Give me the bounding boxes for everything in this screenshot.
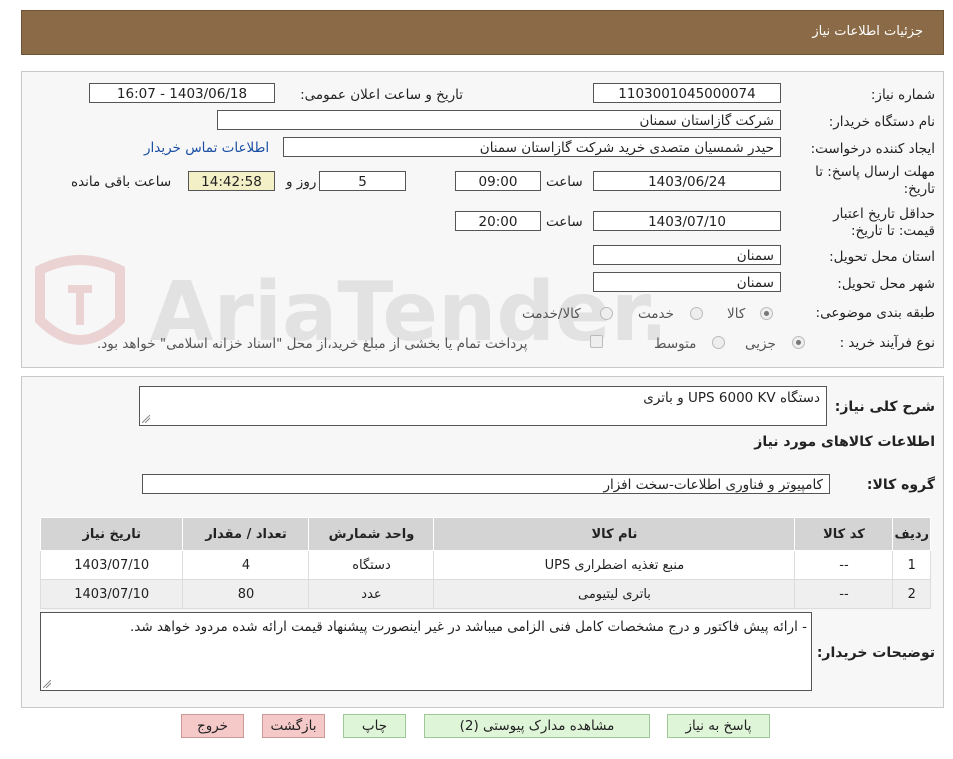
row-index: 1 bbox=[892, 550, 931, 580]
item-unit: دستگاه bbox=[308, 550, 435, 580]
need-number-label: شماره نیاز: bbox=[870, 87, 935, 103]
process-minor-label: جزیی bbox=[745, 336, 776, 352]
print-button[interactable]: چاپ bbox=[343, 714, 406, 738]
days-label: روز و bbox=[286, 174, 317, 190]
category-goods-radio[interactable] bbox=[760, 307, 773, 320]
col-unit-header: واحد شمارش bbox=[308, 517, 435, 551]
deadline-label-2: تاریخ: bbox=[903, 181, 935, 197]
validity-time-field: 20:00 bbox=[455, 211, 541, 231]
province-field: سمنان bbox=[593, 245, 781, 265]
item-quantity: 80 bbox=[182, 579, 310, 609]
buyer-contact-link[interactable]: اطلاعات تماس خریدار bbox=[144, 140, 269, 156]
view-attachments-button[interactable]: مشاهده مدارک پیوستی (2) bbox=[424, 714, 650, 738]
col-row-header: ردیف bbox=[892, 517, 931, 551]
deadline-time-field: 09:00 bbox=[455, 171, 541, 191]
category-goods-service-radio[interactable] bbox=[600, 307, 613, 320]
goods-info-title: اطلاعات کالاهای مورد نیاز bbox=[754, 434, 935, 450]
requester-field: حیدر شمسیان متصدی خرید شرکت گازاستان سمن… bbox=[283, 137, 781, 157]
announce-datetime-field: 1403/06/18 - 16:07 bbox=[89, 83, 275, 103]
category-goods-service-label: کالا/خدمت bbox=[522, 306, 581, 322]
resize-handle-icon[interactable] bbox=[43, 680, 51, 688]
validity-label-2: قیمت: تا تاریخ: bbox=[851, 223, 935, 239]
remaining-time-field: 14:42:58 bbox=[188, 171, 275, 191]
item-code: -- bbox=[794, 579, 894, 609]
days-remaining-field: 5 bbox=[319, 171, 406, 191]
validity-date-field: 1403/07/10 bbox=[593, 211, 781, 231]
item-name: منبع تغذیه اضطراری UPS bbox=[433, 550, 796, 580]
buyer-notes-text: - ارائه پیش فاکتور و درج مشخصات کامل فنی… bbox=[130, 619, 807, 635]
table-row: 1 -- منبع تغذیه اضطراری UPS دستگاه 4 140… bbox=[39, 550, 931, 580]
announce-label: تاریخ و ساعت اعلان عمومی: bbox=[300, 87, 463, 103]
item-quantity: 4 bbox=[182, 550, 310, 580]
city-label: شهر محل تحویل: bbox=[837, 276, 935, 292]
item-unit: عدد bbox=[308, 579, 435, 609]
col-name-header: نام کالا bbox=[433, 517, 796, 551]
reply-button[interactable]: پاسخ به نیاز bbox=[667, 714, 770, 738]
item-code: -- bbox=[794, 550, 894, 580]
remaining-time-label: ساعت باقی مانده bbox=[71, 174, 172, 190]
category-service-radio[interactable] bbox=[690, 307, 703, 320]
deadline-date-field: 1403/06/24 bbox=[593, 171, 781, 191]
process-minor-radio[interactable] bbox=[792, 336, 805, 349]
goods-group-label: گروه کالا: bbox=[866, 477, 935, 493]
buyer-notes-label: توضیحات خریدار: bbox=[816, 645, 935, 661]
category-service-label: خدمت bbox=[638, 306, 674, 322]
province-label: استان محل تحویل: bbox=[829, 249, 935, 265]
page-title: جزئیات اطلاعات نیاز bbox=[812, 24, 923, 39]
category-label: طبقه بندی موضوعی: bbox=[815, 305, 935, 321]
description-textarea[interactable]: دستگاه UPS 6000 KV و باتری bbox=[139, 386, 827, 426]
need-number-field: 1103001045000074 bbox=[593, 83, 781, 103]
validity-label: حداقل تاریخ اعتبار bbox=[833, 206, 935, 222]
col-date-header: تاریخ نیاز bbox=[39, 517, 184, 551]
table-row: 2 -- باتری لیتیومی عدد 80 1403/07/10 bbox=[39, 579, 931, 609]
back-button[interactable]: بازگشت bbox=[262, 714, 325, 738]
process-medium-label: متوسط bbox=[654, 336, 697, 352]
table-header-row: ردیف کد کالا نام کالا واحد شمارش تعداد /… bbox=[39, 517, 931, 551]
process-type-label: نوع فرآیند خرید : bbox=[839, 335, 935, 351]
resize-handle-icon[interactable] bbox=[142, 415, 150, 423]
category-goods-label: کالا bbox=[727, 306, 746, 322]
buyer-notes-textarea[interactable]: - ارائه پیش فاکتور و درج مشخصات کامل فنی… bbox=[40, 612, 812, 691]
city-field: سمنان bbox=[593, 272, 781, 292]
item-name: باتری لیتیومی bbox=[433, 579, 796, 609]
process-medium-radio[interactable] bbox=[712, 336, 725, 349]
item-need-date: 1403/07/10 bbox=[39, 550, 184, 580]
row-index: 2 bbox=[892, 579, 931, 609]
col-code-header: کد کالا bbox=[794, 517, 894, 551]
description-text: دستگاه UPS 6000 KV و باتری bbox=[643, 390, 820, 406]
requester-label: ایجاد کننده درخواست: bbox=[810, 141, 935, 157]
deadline-time-label: ساعت bbox=[546, 174, 583, 190]
goods-group-field: کامپیوتر و فناوری اطلاعات-سخت افزار bbox=[142, 474, 830, 494]
treasury-payment-checkbox[interactable] bbox=[590, 335, 603, 348]
treasury-payment-note: پرداخت تمام یا بخشی از مبلغ خرید،از محل … bbox=[97, 336, 528, 352]
buyer-org-label: نام دستگاه خریدار: bbox=[828, 114, 935, 130]
exit-button[interactable]: خروج bbox=[181, 714, 244, 738]
validity-time-label: ساعت bbox=[546, 214, 583, 230]
col-qty-header: تعداد / مقدار bbox=[182, 517, 310, 551]
goods-table: ردیف کد کالا نام کالا واحد شمارش تعداد /… bbox=[39, 517, 931, 609]
page-header: جزئیات اطلاعات نیاز bbox=[21, 10, 944, 55]
item-need-date: 1403/07/10 bbox=[39, 579, 184, 609]
description-label: شرح کلی نیاز: bbox=[834, 399, 935, 415]
buyer-org-field: شرکت گازاستان سمنان bbox=[217, 110, 781, 130]
deadline-label: مهلت ارسال پاسخ: تا bbox=[815, 164, 935, 180]
